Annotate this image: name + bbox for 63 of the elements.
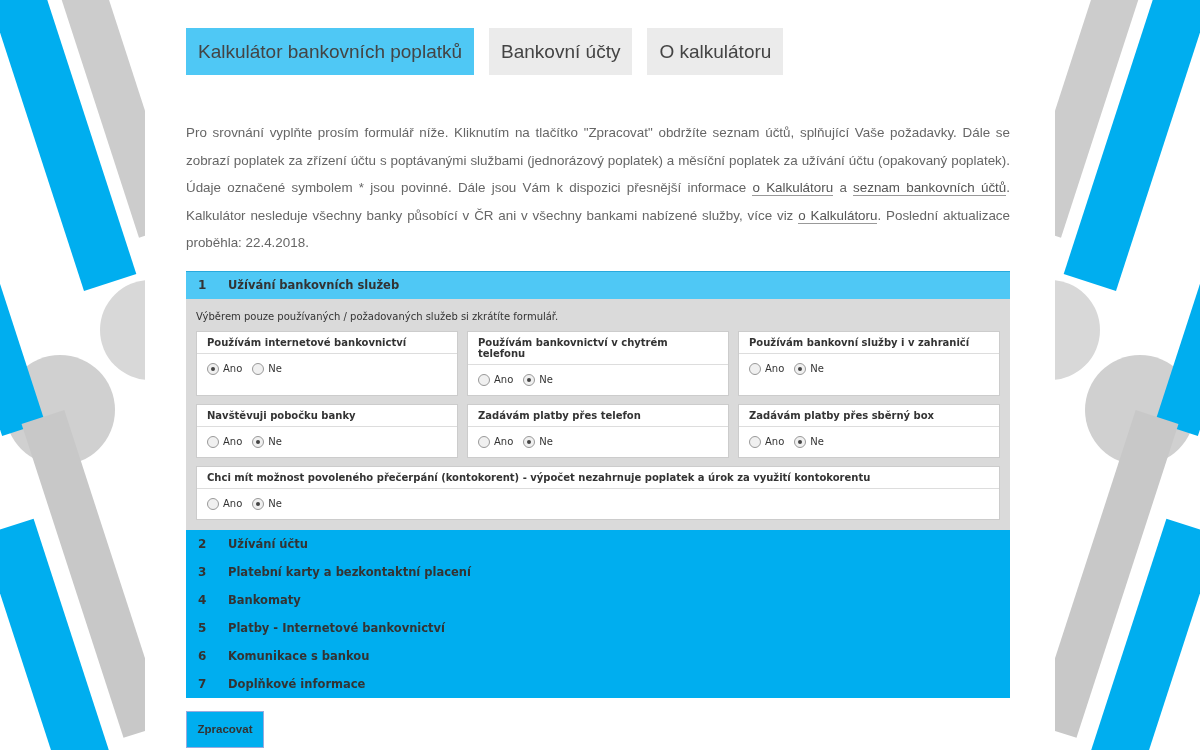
radio-label: Ne (268, 436, 282, 447)
section-number: 5 (198, 620, 208, 635)
section-title: Užívání účtu (228, 536, 309, 551)
radio-label: Ne (810, 363, 824, 374)
radio-label: Ne (268, 363, 282, 374)
question-label: Používám internetové bankovnictví (197, 331, 457, 354)
text-link[interactable]: o Kalkulátoru (752, 180, 834, 196)
intro-paragraph: Pro srovnání vyplňte prosím formulář níže. Kliknutím na tlačítko "Zpracovat" obdržíte seznam účtů, splňující Vaše požadavky. Dále se zobrazí poplatek za zřízení účtu s poptávanými službami (jednorázový poplatek) a měsíční poplatek za užívání účtu (opakovaný poplatek). Údaje označené symbolem * jsou povinné. Dále jsou Vám k dispozici přesnější informace o Kalkulátoru a seznam bankovních účtů. Kalkulátor nesleduje všechny banky působící v ČR ani v všechny bankami nabízené služby, více viz o Kalkulátoru. Poslední aktualizace proběhla: 22.4.2018. (186, 124, 1010, 252)
nav-tab[interactable]: O kalkulátoru (647, 28, 784, 75)
section-number: 1 (198, 278, 208, 292)
question-label: Zadávám platby přes sběrný box (739, 404, 999, 427)
radio-label: Ne (539, 374, 553, 385)
radio-label: Ano (765, 363, 785, 374)
radio-label: Ne (539, 436, 553, 447)
question-label: Chci mít možnost povoleného přečerpání (kontokorent) - výpočet nezahrnuje poplatek a úrok za využití kontokorentu (197, 466, 999, 489)
section-header[interactable]: 7 Doplňkové informace (186, 669, 1010, 698)
question-label: Používám bankovnictví v chytrém telefonu (468, 331, 728, 365)
section-number: 3 (198, 564, 208, 579)
section-title: Komunikace s bankou (228, 648, 370, 663)
radio-label: Ano (223, 498, 243, 509)
section-title: Bankomaty (228, 592, 301, 607)
radio-button[interactable] (749, 435, 761, 448)
question-label: Navštěvuji pobočku banky (197, 404, 457, 427)
radio-button[interactable] (794, 435, 807, 448)
nav-tab[interactable]: Bankovní účty (489, 28, 633, 75)
submit-button[interactable]: Zpracovat (186, 710, 264, 748)
section-number: 4 (198, 592, 208, 607)
radio-label: Ano (494, 436, 514, 447)
radio-label: Ano (223, 363, 243, 374)
radio-button[interactable] (207, 497, 219, 510)
radio-label: Ano (223, 436, 243, 447)
radio-label: Ano (494, 374, 514, 385)
radio-label: Ano (765, 436, 785, 447)
section-header[interactable]: 3 Platební karty a bezkontaktní placení (186, 557, 1010, 586)
nav-tab[interactable]: Kalkulátor bankovních poplatků (186, 28, 475, 75)
radio-label: Ne (810, 436, 824, 447)
radio-button[interactable] (523, 373, 536, 386)
radio-button[interactable] (252, 362, 265, 375)
section-header[interactable]: 1 Užívání bankovních služeb (186, 270, 1010, 299)
section-number: 2 (198, 536, 208, 551)
section-number: 7 (198, 676, 208, 691)
question-label: Zadávám platby přes telefon (468, 404, 728, 427)
section-header[interactable]: 5 Platby - Internetové bankovnictví (186, 613, 1010, 642)
radio-button[interactable] (794, 362, 807, 375)
radio-button[interactable] (749, 362, 761, 375)
question-label: Používám bankovní služby i v zahraničí (739, 331, 999, 354)
section-header[interactable]: 4 Bankomaty (186, 585, 1010, 614)
section-header[interactable]: 6 Komunikace s bankou (186, 641, 1010, 670)
section-title: Platební karty a bezkontaktní placení (228, 564, 471, 579)
radio-button[interactable] (523, 435, 536, 448)
section-title: Užívání bankovních služeb (228, 278, 400, 292)
radio-label: Ne (268, 498, 282, 509)
section-title: Platby - Internetové bankovnictví (228, 620, 446, 635)
section-number: 6 (198, 648, 208, 663)
radio-button[interactable] (207, 362, 219, 375)
radio-button[interactable] (478, 373, 490, 386)
section-title: Doplňkové informace (228, 676, 366, 691)
radio-button[interactable] (252, 497, 265, 510)
radio-button[interactable] (207, 435, 219, 448)
radio-button[interactable] (252, 435, 265, 448)
radio-button[interactable] (478, 435, 490, 448)
hint-text: Výběrem pouze používaných / požadovaných služeb si zkrátíte formulář. (196, 310, 560, 322)
section-header[interactable]: 2 Užívání účtu (186, 529, 1010, 558)
